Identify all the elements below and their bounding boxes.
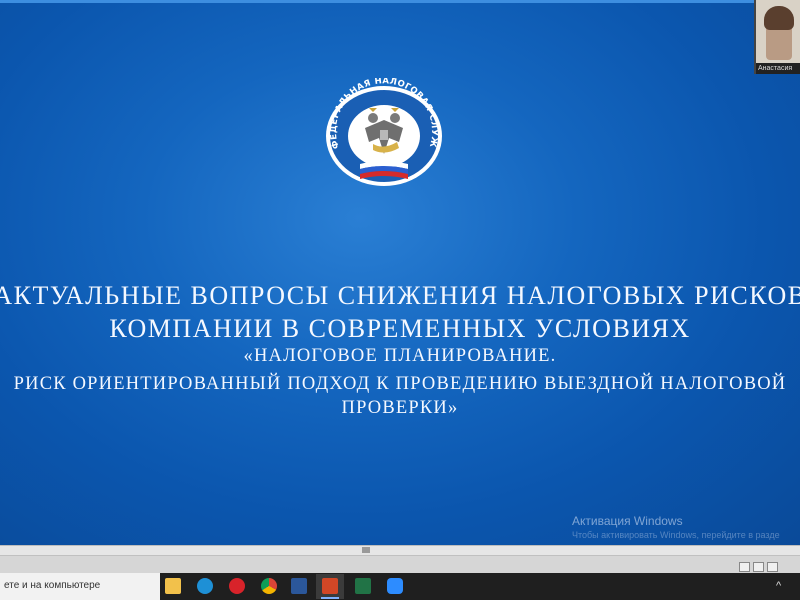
app-status-bar bbox=[0, 555, 800, 574]
fns-emblem-logo: ФЕДЕРАЛЬНАЯ НАЛОГОВАЯ СЛУЖБА bbox=[313, 78, 442, 186]
windows-activation-hint: Чтобы активировать Windows, перейдите в … bbox=[572, 530, 780, 540]
word-icon[interactable] bbox=[291, 578, 307, 594]
opera-icon[interactable] bbox=[229, 578, 245, 594]
slide-title-line-2: КОМПАНИИ В СОВРЕМЕННЫХ УСЛОВИЯХ bbox=[109, 314, 691, 343]
chrome-icon[interactable] bbox=[261, 578, 277, 594]
slide-title-line-1: АКТУАЛЬНЫЕ ВОПРОСЫ СНИЖЕНИЯ НАЛОГОВЫХ РИ… bbox=[0, 281, 800, 310]
powerpoint-icon[interactable] bbox=[322, 578, 338, 594]
window-top-strip bbox=[0, 0, 800, 3]
slide-subtitle-line-2: РИСК ОРИЕНТИРОВАННЫЙ ПОДХОД К ПРОВЕДЕНИЮ… bbox=[13, 374, 787, 394]
slide-subtitle-line-3: ПРОВЕРКИ» bbox=[341, 398, 459, 418]
windows-activation-title: Активация Windows bbox=[572, 514, 683, 528]
normal-view-icon[interactable] bbox=[739, 562, 750, 572]
view-buttons bbox=[736, 559, 792, 572]
taskbar-search-placeholder: ете и на компьютере bbox=[4, 580, 101, 591]
participant-name: Анастасия bbox=[756, 63, 800, 74]
file-explorer-icon[interactable] bbox=[165, 578, 181, 594]
participant-hair bbox=[764, 6, 794, 30]
tray-chevron-icon[interactable]: ^ bbox=[776, 580, 781, 592]
powerpoint-active-indicator bbox=[321, 597, 339, 599]
presentation-slide: ФЕДЕРАЛЬНАЯ НАЛОГОВАЯ СЛУЖБА АКТУАЛЬНЫЕ … bbox=[0, 0, 800, 545]
reading-view-icon[interactable] bbox=[767, 562, 778, 572]
scrollbar-thumb[interactable] bbox=[362, 547, 370, 553]
zoom-app-icon[interactable] bbox=[387, 578, 403, 594]
slide-sorter-icon[interactable] bbox=[753, 562, 764, 572]
edge-icon[interactable] bbox=[197, 578, 213, 594]
slide-subtitle-line-1: «НАЛОГОВОЕ ПЛАНИРОВАНИЕ. bbox=[243, 346, 557, 366]
excel-icon[interactable] bbox=[355, 578, 371, 594]
video-participant-tile[interactable]: Анастасия bbox=[754, 0, 800, 74]
